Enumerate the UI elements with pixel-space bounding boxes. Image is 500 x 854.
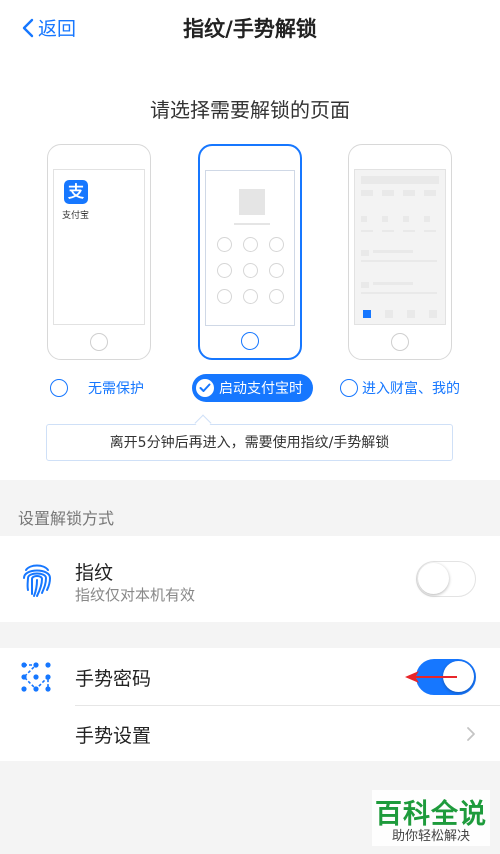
screen-block xyxy=(361,282,369,288)
screen-block xyxy=(424,190,436,196)
option-launch[interactable]: 启动支付宝时 xyxy=(192,374,313,402)
screen-block xyxy=(361,250,369,256)
gesture-dot xyxy=(269,289,284,304)
screen-line xyxy=(361,292,437,294)
screen-block xyxy=(403,216,409,222)
screen-block xyxy=(424,230,436,232)
option-wealth[interactable]: 进入财富、我的 xyxy=(340,378,460,398)
home-button-icon xyxy=(241,332,259,350)
screen-block xyxy=(424,216,430,222)
watermark-subtitle: 助你轻松解决 xyxy=(391,829,470,844)
screen-block xyxy=(382,230,394,232)
toggle-knob xyxy=(418,563,449,594)
lock-avatar-placeholder xyxy=(239,189,265,215)
option-label: 无需保护 xyxy=(88,381,144,397)
screen-block xyxy=(403,230,415,232)
radio-unchecked-icon xyxy=(50,379,68,397)
screen-block xyxy=(361,230,373,232)
fingerprint-icon xyxy=(23,564,52,597)
gesture-dot xyxy=(217,237,232,252)
choose-page-section: 请选择需要解锁的页面 支 支付宝 无需保护 启动支付宝时 进入财富、我的 离开5… xyxy=(0,56,500,480)
phone-preview-launch[interactable] xyxy=(198,144,302,360)
chevron-right-icon xyxy=(467,727,475,741)
gesture-dot xyxy=(243,237,258,252)
screen-block xyxy=(403,190,415,196)
gesture-dot xyxy=(243,289,258,304)
option-none[interactable]: 无需保护 xyxy=(50,378,144,398)
screen-line xyxy=(361,260,437,262)
screen-tab-active xyxy=(363,310,371,318)
fingerprint-row: 指纹 指纹仅对本机有效 xyxy=(0,536,500,622)
gesture-dot xyxy=(217,289,232,304)
choose-page-title: 请选择需要解锁的页面 xyxy=(150,98,350,122)
phone-preview-wealth[interactable] xyxy=(348,144,452,360)
unlock-tip: 离开5分钟后再进入，需要使用指纹/手势解锁 xyxy=(46,424,453,461)
gesture-dot xyxy=(217,263,232,278)
fingerprint-title: 指纹 xyxy=(75,562,114,584)
alipay-app-name: 支付宝 xyxy=(62,211,90,221)
gesture-password-title: 手势密码 xyxy=(75,668,152,690)
screen-block xyxy=(382,216,388,222)
fingerprint-toggle[interactable] xyxy=(416,561,476,597)
phone-screen xyxy=(205,170,295,326)
back-button[interactable]: 返回 xyxy=(22,14,76,41)
screen-line xyxy=(373,282,413,285)
phone-screen: 支 支付宝 xyxy=(53,169,145,325)
alipay-logo-icon: 支 xyxy=(64,180,88,204)
back-label: 返回 xyxy=(38,18,77,40)
navigation-bar: 返回 指纹/手势解锁 xyxy=(0,0,500,56)
screen-tab xyxy=(407,310,415,318)
checkmark-icon xyxy=(196,379,214,397)
home-button-icon xyxy=(90,333,108,351)
home-button-icon xyxy=(391,333,409,351)
screen-block xyxy=(382,190,394,196)
phone-preview-none[interactable]: 支 支付宝 xyxy=(47,144,151,360)
gesture-settings-row[interactable]: 手势设置 xyxy=(0,706,500,761)
gesture-dot xyxy=(243,263,258,278)
phone-screen xyxy=(354,169,446,325)
screen-block xyxy=(361,216,367,222)
screen-tab xyxy=(429,310,437,318)
fingerprint-subtitle: 指纹仅对本机有效 xyxy=(75,586,196,604)
option-label: 启动支付宝时 xyxy=(219,381,303,397)
gesture-settings-title: 手势设置 xyxy=(75,725,152,747)
gesture-dots-icon xyxy=(21,662,51,692)
screen-tab xyxy=(385,310,393,318)
gesture-dot xyxy=(269,263,284,278)
lock-text-placeholder xyxy=(234,223,270,225)
radio-unchecked-icon xyxy=(340,379,358,397)
option-label: 进入财富、我的 xyxy=(362,381,460,397)
screen-block xyxy=(361,190,373,196)
screen-line xyxy=(373,250,413,253)
screen-header-placeholder xyxy=(361,176,439,184)
red-arrow-annotation-icon xyxy=(405,671,457,683)
gesture-dot xyxy=(269,237,284,252)
watermark-logo: 百科全说 助你轻松解决 xyxy=(372,790,490,846)
unlock-method-header: 设置解锁方式 xyxy=(18,509,115,528)
gesture-password-row: 手势密码 xyxy=(0,648,500,706)
chevron-left-icon xyxy=(22,18,34,37)
